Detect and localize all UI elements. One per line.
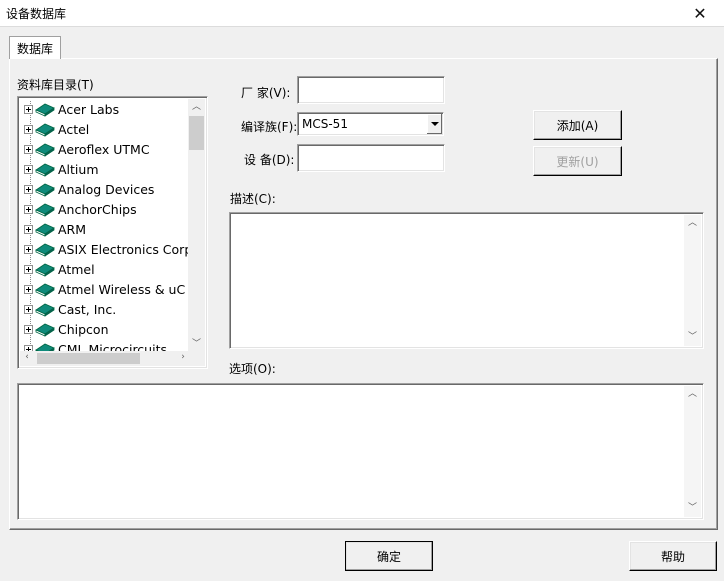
tree-item[interactable]: Actel [20, 119, 190, 139]
book-icon [35, 183, 55, 197]
tree-horizontal-scrollbar[interactable]: ‹ › [20, 351, 190, 366]
book-icon [35, 103, 55, 117]
ok-button[interactable]: 确定 [345, 541, 433, 571]
book-icon [35, 243, 55, 257]
device-field[interactable] [297, 144, 445, 172]
tree-item[interactable]: Analog Devices [20, 179, 190, 199]
chevron-down-icon[interactable] [426, 114, 442, 134]
book-icon [35, 263, 55, 277]
expand-plus-icon[interactable] [24, 164, 33, 174]
device-label: 设 备(D): [244, 153, 295, 167]
tree-item[interactable]: Atmel Wireless & uC [20, 279, 190, 299]
add-button[interactable]: 添加(A) [533, 110, 622, 140]
close-icon: ✕ [693, 4, 707, 23]
vendor-label: 厂 家(V): [241, 86, 291, 100]
expand-plus-icon[interactable] [24, 144, 33, 154]
expand-plus-icon[interactable] [24, 304, 33, 314]
tree-item-label: Actel [58, 121, 90, 137]
book-icon [35, 143, 55, 157]
library-tree[interactable]: Acer Labs Actel Aeroflex UTMC Altium Analog … [17, 96, 208, 369]
tree-item-label: Acer Labs [58, 101, 120, 117]
tree-item[interactable]: Chipcon [20, 319, 190, 339]
close-button[interactable]: ✕ [680, 0, 720, 27]
window-title: 设备数据库 [6, 7, 67, 21]
tree-horizontal-thumb[interactable] [37, 353, 140, 364]
scroll-up-icon[interactable]: ︿ [188, 103, 205, 112]
tree-item[interactable]: ARM [20, 219, 190, 239]
description-label: 描述(C): [230, 192, 276, 206]
tree-item-label: AnchorChips [58, 201, 137, 217]
tree-item-label: Aeroflex UTMC [58, 141, 150, 157]
title-bar: 设备数据库 ✕ [0, 0, 724, 27]
tree-item-label: Chipcon [58, 321, 109, 337]
tree-item[interactable]: ASIX Electronics Corpo [20, 239, 190, 259]
options-scrollbar[interactable]: ︿ ﹀ [684, 386, 701, 517]
tab-database[interactable]: 数据库 [9, 36, 61, 59]
book-icon [35, 303, 55, 317]
tree-item-label: Cast, Inc. [58, 301, 117, 317]
book-icon [35, 203, 55, 217]
tree-list: Acer Labs Actel Aeroflex UTMC Altium Analog … [20, 99, 190, 353]
family-select[interactable]: MCS-51 [297, 112, 444, 136]
options-label: 选项(O): [229, 362, 276, 376]
scroll-up-icon[interactable]: ︿ [684, 219, 701, 228]
tree-item[interactable]: AnchorChips [20, 199, 190, 219]
description-scrollbar[interactable]: ︿ ﹀ [684, 215, 701, 346]
family-label: 编译族(F): [241, 120, 298, 134]
expand-plus-icon[interactable] [24, 184, 33, 194]
expand-plus-icon[interactable] [24, 224, 33, 234]
scroll-down-icon[interactable]: ﹀ [684, 333, 701, 342]
family-selected-value: MCS-51 [302, 117, 348, 131]
tree-item[interactable]: Cast, Inc. [20, 299, 190, 319]
tree-item-label: ARM [58, 221, 87, 237]
tree-item-label: Analog Devices [58, 181, 155, 197]
tree-item-label: ASIX Electronics Corpo [58, 241, 190, 257]
scrollbar-corner [188, 351, 205, 366]
scroll-left-icon[interactable]: ‹ [20, 353, 34, 362]
expand-plus-icon[interactable] [24, 284, 33, 294]
tree-vertical-scrollbar[interactable]: ︿ ﹀ [188, 99, 205, 353]
expand-plus-icon[interactable] [24, 204, 33, 214]
expand-plus-icon[interactable] [24, 124, 33, 134]
scroll-down-icon[interactable]: ﹀ [188, 340, 205, 349]
expand-plus-icon[interactable] [24, 264, 33, 274]
library-label: 资料库目录(T) [17, 78, 94, 92]
book-icon [35, 163, 55, 177]
expand-plus-icon[interactable] [24, 104, 33, 114]
tree-item[interactable]: Aeroflex UTMC [20, 139, 190, 159]
description-textarea[interactable]: ︿ ﹀ [229, 212, 704, 349]
book-icon [35, 223, 55, 237]
book-icon [35, 123, 55, 137]
expand-plus-icon[interactable] [24, 244, 33, 254]
options-textarea[interactable]: ︿ ﹀ [17, 383, 704, 520]
scroll-down-icon[interactable]: ﹀ [684, 504, 701, 513]
vendor-field[interactable] [297, 76, 445, 104]
expand-plus-icon[interactable] [24, 324, 33, 334]
update-button[interactable]: 更新(U) [533, 146, 622, 176]
tree-item[interactable]: Acer Labs [20, 99, 190, 119]
help-button[interactable]: 帮助 [629, 541, 717, 571]
scroll-up-icon[interactable]: ︿ [684, 390, 701, 399]
book-icon [35, 323, 55, 337]
tree-item-label: Atmel Wireless & uC [58, 281, 186, 297]
tree-vertical-thumb[interactable] [189, 116, 204, 150]
tree-item-label: Atmel [58, 261, 95, 277]
tree-item[interactable]: Atmel [20, 259, 190, 279]
tree-item[interactable]: Altium [20, 159, 190, 179]
tree-item-label: Altium [58, 161, 99, 177]
book-icon [35, 283, 55, 297]
